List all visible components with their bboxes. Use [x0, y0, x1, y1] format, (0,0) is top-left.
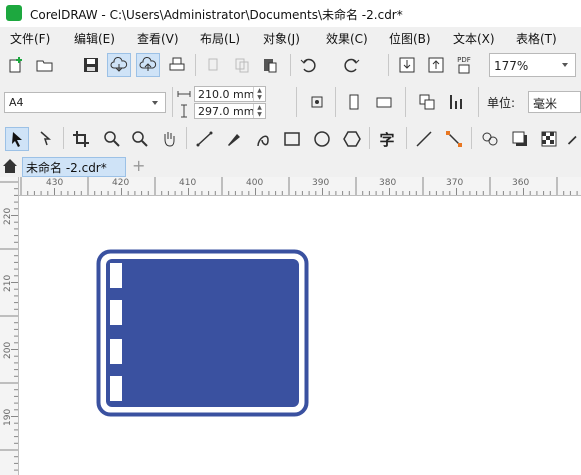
portrait-icon[interactable]	[343, 91, 365, 113]
unit-value: 毫米	[533, 97, 558, 111]
print-icon[interactable]	[166, 54, 188, 76]
vertical-ruler[interactable]: 220 210 200 190	[0, 177, 19, 475]
cloud-upload-icon[interactable]	[136, 53, 160, 77]
undo-icon[interactable]	[297, 54, 319, 76]
coreldraw-logo-icon	[6, 5, 22, 21]
menu-text[interactable]: 文本(X)	[453, 30, 495, 47]
new-tab-icon[interactable]: +	[132, 156, 145, 175]
hruler-label: 400	[246, 178, 264, 188]
horizontal-ruler-ticks	[20, 177, 578, 195]
menu-file[interactable]: 文件(F)	[10, 30, 50, 47]
crop-tool-icon[interactable]	[70, 128, 92, 150]
page-width-spinner[interactable]: ▲ ▼	[253, 87, 265, 101]
unit-label: 单位:	[487, 96, 516, 110]
zoom-level-combo[interactable]: 177%	[489, 53, 576, 77]
sign-white-dash	[110, 376, 122, 401]
blend-tool-icon[interactable]	[479, 128, 501, 150]
page-width-icon	[176, 86, 192, 102]
sign-fill	[106, 259, 299, 407]
sign-white-dash	[110, 300, 122, 325]
publish-pdf-icon[interactable]: PDF	[453, 54, 475, 76]
pick-tool-icon[interactable]	[5, 127, 29, 151]
page-height-value: 297.0 mm	[198, 105, 255, 118]
title-bar: CorelDRAW - C:\Users\Administrator\Docum…	[0, 0, 581, 27]
pan-tool-icon[interactable]	[158, 128, 180, 150]
copy-icon[interactable]	[231, 54, 253, 76]
drop-shadow-tool-icon[interactable]	[509, 128, 531, 150]
artistic-media-tool-icon[interactable]	[223, 128, 245, 150]
export-icon[interactable]	[425, 54, 447, 76]
polygon-tool-icon[interactable]	[341, 128, 363, 150]
page-size-value: A4	[9, 96, 24, 109]
hruler-label: 430	[46, 178, 64, 188]
unit-combo[interactable]: 毫米	[528, 91, 581, 113]
eyedropper-tool-icon[interactable]	[566, 128, 581, 150]
toolbox: 字	[0, 122, 581, 156]
hruler-label: 420	[112, 178, 130, 188]
menu-layout[interactable]: 布局(L)	[200, 30, 240, 47]
hruler-label: 380	[379, 178, 397, 188]
landscape-icon[interactable]	[373, 91, 395, 113]
zoom-out-tool-icon[interactable]	[129, 128, 151, 150]
vruler-label: 220	[3, 207, 13, 225]
page-height-spinner[interactable]: ▲ ▼	[253, 104, 265, 118]
page-height-input[interactable]: 297.0 mm ▲ ▼	[194, 103, 266, 119]
vruler-label: 190	[3, 408, 13, 426]
menu-view[interactable]: 查看(V)	[137, 30, 179, 47]
page-size-dropdown-arrow[interactable]	[147, 93, 163, 112]
paste-icon[interactable]	[259, 54, 281, 76]
rectangle-tool-icon[interactable]	[281, 128, 303, 150]
home-icon[interactable]	[2, 158, 18, 174]
menu-bitmaps[interactable]: 位图(B)	[389, 30, 431, 47]
menu-object[interactable]: 对象(J)	[263, 30, 300, 47]
page-width-input[interactable]: 210.0 mm ▲ ▼	[194, 86, 266, 102]
standard-toolbar: PDF 177%	[0, 49, 581, 117]
vruler-label: 210	[3, 274, 13, 292]
new-document-icon[interactable]	[5, 54, 27, 76]
save-icon[interactable]	[80, 54, 102, 76]
zoom-dropdown-arrow[interactable]	[557, 54, 573, 76]
page-width-value: 210.0 mm	[198, 88, 255, 101]
text-tool-icon[interactable]: 字	[376, 128, 398, 150]
window-title: CorelDRAW - C:\Users\Administrator\Docum…	[30, 8, 403, 22]
sign-white-dash	[110, 263, 122, 288]
dimension-tool-icon[interactable]	[413, 128, 435, 150]
import-icon[interactable]	[396, 54, 418, 76]
property-bar: A4 210.0 mm ▲ ▼ 297.0 mm ▲ ▼ 单位: 毫米	[0, 82, 581, 123]
ellipse-tool-icon[interactable]	[311, 128, 333, 150]
shape-tool-icon[interactable]	[35, 128, 57, 150]
open-folder-icon[interactable]	[34, 54, 56, 76]
cut-icon[interactable]	[203, 54, 225, 76]
all-pages-layout-icon[interactable]	[416, 91, 438, 113]
page-height-icon	[176, 103, 192, 119]
transparency-tool-icon[interactable]	[538, 128, 560, 150]
menu-table[interactable]: 表格(T)	[516, 30, 557, 47]
cloud-download-icon[interactable]	[107, 53, 131, 77]
menu-edit[interactable]: 编辑(E)	[74, 30, 115, 47]
blue-sign-object[interactable]	[96, 249, 309, 417]
document-tab-label: 未命名 -2.cdr*	[26, 161, 107, 175]
redo-icon[interactable]	[341, 54, 363, 76]
hruler-label: 390	[312, 178, 330, 188]
zoom-tool-icon[interactable]	[101, 128, 123, 150]
bezier-tool-icon[interactable]	[252, 128, 274, 150]
freehand-tool-icon[interactable]	[194, 128, 216, 150]
zoom-value: 177%	[494, 59, 529, 73]
vruler-label: 200	[3, 341, 13, 359]
menu-bar: 文件(F) 编辑(E) 查看(V) 布局(L) 对象(J) 效果(C) 位图(B…	[0, 27, 581, 50]
horizontal-ruler[interactable]: 430 420 410 400 390 380 370 360	[18, 177, 581, 196]
hruler-label: 410	[179, 178, 197, 188]
connector-tool-icon[interactable]	[443, 128, 465, 150]
all-pages-icon[interactable]	[306, 91, 328, 113]
hruler-label: 360	[512, 178, 530, 188]
sign-white-dash	[110, 339, 122, 364]
menu-effects[interactable]: 效果(C)	[326, 30, 368, 47]
pdf-label: PDF	[457, 56, 471, 64]
current-page-icon[interactable]	[446, 91, 468, 113]
hruler-label: 370	[446, 178, 464, 188]
page-size-combo[interactable]: A4	[4, 92, 166, 113]
